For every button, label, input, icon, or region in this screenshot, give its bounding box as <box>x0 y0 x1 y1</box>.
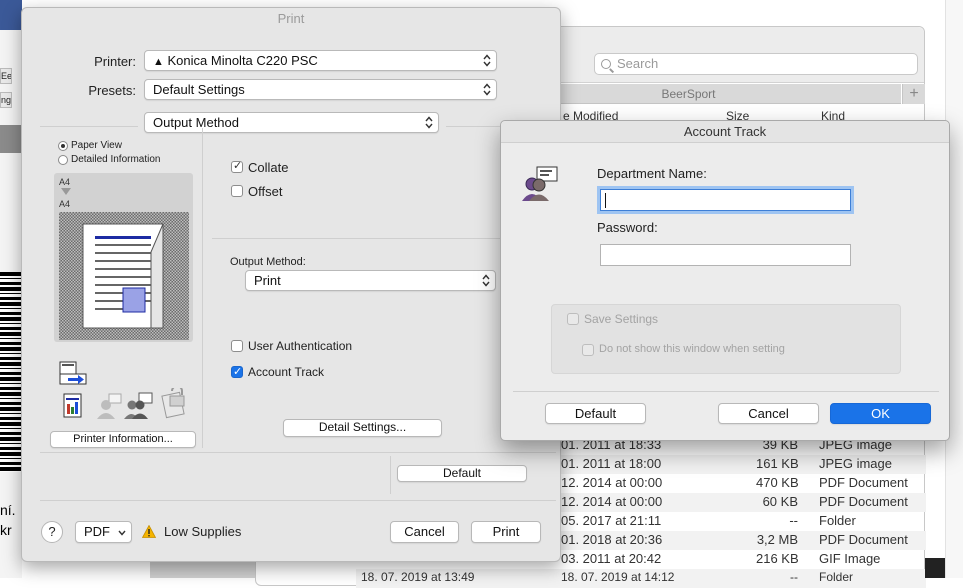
ok-button[interactable]: OK <box>830 403 931 424</box>
chevron-down-icon <box>118 530 126 536</box>
background-text: ní. <box>0 502 16 518</box>
pdf-menu-button[interactable]: PDF <box>75 521 132 543</box>
user-authentication-checkbox[interactable] <box>231 340 243 352</box>
section-value: Output Method <box>153 115 239 130</box>
section-select[interactable]: Output Method <box>144 112 439 133</box>
printer-output-icon <box>59 361 87 385</box>
text-caret <box>605 193 606 208</box>
updown-arrows-icon <box>483 83 491 96</box>
background-fragment: Ee <box>0 68 12 84</box>
presets-select[interactable]: Default Settings <box>144 79 497 100</box>
help-button[interactable]: ? <box>41 521 63 543</box>
collate-label: Collate <box>248 160 289 175</box>
account-track-dialog: Account Track Department Name: Password:… <box>500 120 950 441</box>
search-icon <box>601 59 611 69</box>
printer-information-button[interactable]: Printer Information... <box>50 431 196 448</box>
presets-value: Default Settings <box>153 82 245 97</box>
background-bar <box>0 125 22 153</box>
secure-print-icon <box>161 388 185 419</box>
account-track-icon <box>124 392 153 419</box>
updown-arrows-icon <box>425 116 433 129</box>
divider <box>40 126 138 127</box>
folder-name: BeerSport <box>661 87 716 101</box>
presets-label: Presets: <box>88 83 136 98</box>
default-button[interactable]: Default <box>397 465 527 482</box>
user-authentication-icon <box>97 393 122 419</box>
divider <box>212 238 512 239</box>
search-input[interactable]: Search <box>594 53 918 75</box>
detailed-information-radio[interactable] <box>58 155 68 165</box>
account-track-label: Account Track <box>248 365 325 379</box>
add-tab-button[interactable]: + <box>902 84 925 104</box>
background-text: kr <box>0 522 12 538</box>
detailed-information-label: Detailed Information <box>71 154 161 165</box>
save-settings-label: Save Settings <box>584 312 659 326</box>
divider <box>40 500 556 501</box>
document-report-icon <box>63 393 82 418</box>
do-not-show-label: Do not show this window when setting <box>599 343 785 355</box>
low-supplies-label: Low Supplies <box>164 524 242 539</box>
background-toolbar <box>0 0 22 30</box>
account-track-title: Account Track <box>501 121 949 143</box>
printer-label: Printer: <box>94 54 136 69</box>
arrow-down-icon <box>61 188 71 195</box>
preview-page-label: A4 <box>59 199 71 209</box>
preview-page-label: A4 <box>59 177 71 187</box>
offset-label: Offset <box>248 184 283 199</box>
print-dialog-title: Print <box>277 11 305 26</box>
offset-checkbox[interactable] <box>231 185 243 197</box>
output-method-value: Print <box>254 273 281 288</box>
search-placeholder: Search <box>617 56 659 71</box>
output-method-label: Output Method: <box>230 256 306 268</box>
password-label: Password: <box>597 220 658 235</box>
password-input[interactable] <box>600 244 851 266</box>
department-name-label: Department Name: <box>597 166 707 181</box>
background-dark-block <box>925 558 945 578</box>
preview-sheet-area <box>59 212 189 340</box>
warning-icon <box>142 525 156 538</box>
updown-arrows-icon <box>483 54 491 67</box>
divider <box>390 456 391 494</box>
account-track-icon <box>522 166 558 201</box>
updown-arrows-icon <box>482 274 490 287</box>
printer-select[interactable]: ▲ Konica Minolta C220 PSC <box>144 50 497 71</box>
paper-view-radio[interactable] <box>58 141 68 151</box>
settings-group: Save Settings Do not show this window wh… <box>551 304 901 374</box>
account-track-checkbox[interactable]: ✓ <box>231 366 243 378</box>
user-authentication-label: User Authentication <box>248 339 353 353</box>
department-name-input[interactable] <box>600 189 851 211</box>
print-dialog: Print Printer: ▲ Konica Minolta C220 PSC… <box>21 7 561 562</box>
divider <box>202 128 203 448</box>
divider <box>513 391 939 392</box>
pdf-label: PDF <box>84 524 110 539</box>
collate-checkbox[interactable]: ✓ <box>231 160 243 173</box>
divider <box>40 452 556 453</box>
printer-value: Konica Minolta C220 PSC <box>167 53 318 68</box>
paper-view-label: Paper View <box>71 140 122 151</box>
cancel-button[interactable]: Cancel <box>390 521 459 543</box>
cancel-button[interactable]: Cancel <box>718 403 819 424</box>
do-not-show-checkbox[interactable] <box>582 344 594 356</box>
background-barcode <box>0 272 22 472</box>
print-button[interactable]: Print <box>471 521 541 543</box>
table-row[interactable]: 18. 07. 2019 at 13:49 18. 07. 2019 at 14… <box>356 569 926 588</box>
output-method-select[interactable]: Print <box>245 270 496 291</box>
paper-preview: A4 A4 <box>54 173 193 342</box>
background-fragment: ng <box>0 92 12 108</box>
save-settings-checkbox[interactable] <box>567 313 579 325</box>
background-strip <box>150 560 256 578</box>
document-preview-icon <box>82 223 164 329</box>
detail-settings-button[interactable]: Detail Settings... <box>283 419 442 437</box>
default-button[interactable]: Default <box>545 403 646 424</box>
warning-icon: ▲ <box>153 56 164 68</box>
